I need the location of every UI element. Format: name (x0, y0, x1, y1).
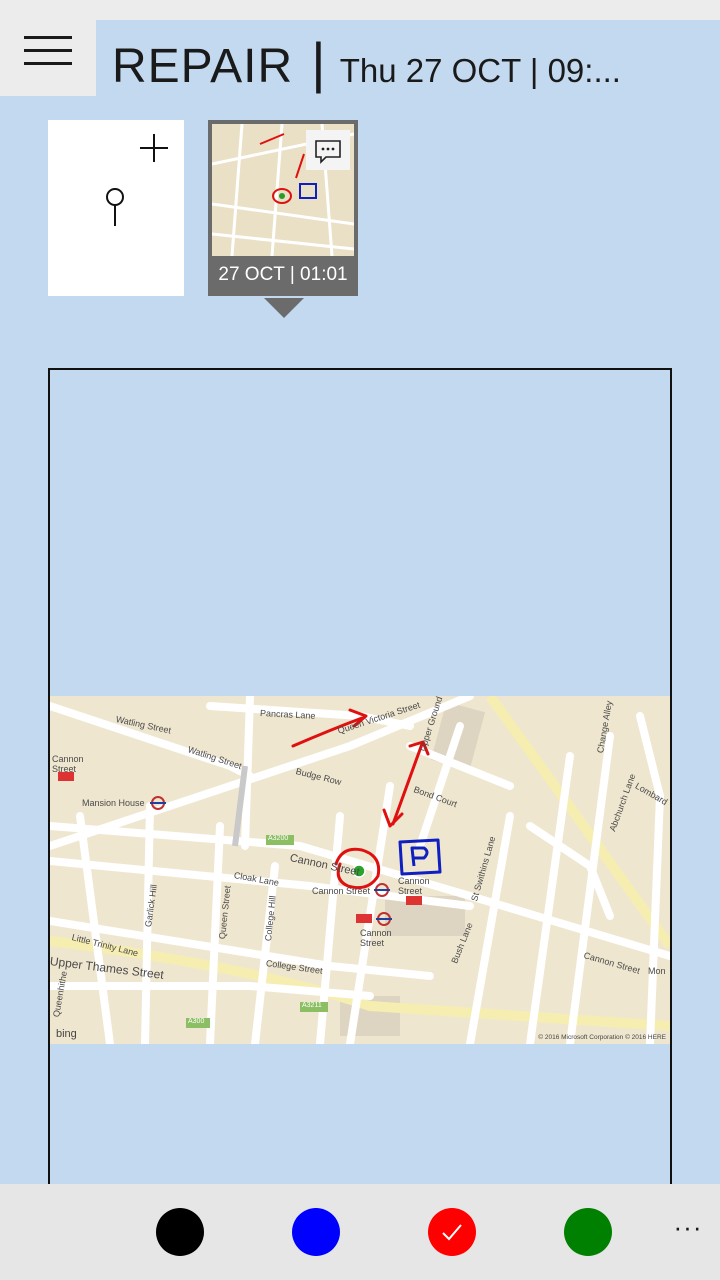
hamburger-icon-bar (24, 49, 72, 52)
hamburger-icon (24, 36, 72, 39)
map-station-label: Mansion House (82, 798, 145, 808)
hamburger-menu-button[interactable] (0, 20, 96, 96)
map-station-label: Cannon Street (312, 886, 371, 896)
map-station-label: Street (52, 764, 77, 774)
plus-icon (140, 134, 168, 162)
map-station-label: Street (360, 938, 385, 948)
bing-logo: bing (56, 1028, 77, 1040)
comment-icon[interactable] (306, 130, 350, 170)
map-road-number: A3200 (268, 835, 289, 842)
map-station-label: Cannon (398, 876, 430, 886)
thumbnail-timestamp-container: 27 OCT | 01:01 (208, 256, 358, 294)
map-road-number: A300 (188, 1018, 205, 1025)
color-blue-button[interactable] (292, 1208, 340, 1256)
selected-indicator (264, 298, 304, 318)
status-strip (0, 0, 720, 20)
page-title: REPAIR | Thu 27 OCT | 09:... (112, 30, 621, 94)
map-station-label: Cannon (360, 928, 392, 938)
map-street-label: Mon (648, 966, 666, 976)
title-separator: | (311, 31, 326, 94)
checkmark-icon (442, 1224, 462, 1241)
color-black-button[interactable] (156, 1208, 204, 1256)
thumbnail-timestamp: 27 OCT | 01:01 (218, 264, 348, 285)
color-red-button[interactable] (428, 1208, 476, 1256)
map-road-number: A3211 (302, 1002, 322, 1009)
app-title: REPAIR (112, 40, 294, 93)
color-toolbar (0, 1184, 720, 1280)
map-station-label: Cannon (52, 754, 84, 764)
color-green-button[interactable] (564, 1208, 612, 1256)
map-image: Watling Street Watling Street Pancras La… (50, 696, 670, 1044)
datetime-label: Thu 27 OCT | 09:... (339, 52, 621, 89)
hamburger-icon-bar (24, 62, 72, 65)
map-copyright: © 2016 Microsoft Corporation © 2016 HERE (538, 1034, 666, 1041)
more-options-button[interactable]: ··· (668, 1212, 708, 1252)
map-pin-icon (106, 188, 124, 226)
map-station-label: Street (398, 886, 423, 896)
